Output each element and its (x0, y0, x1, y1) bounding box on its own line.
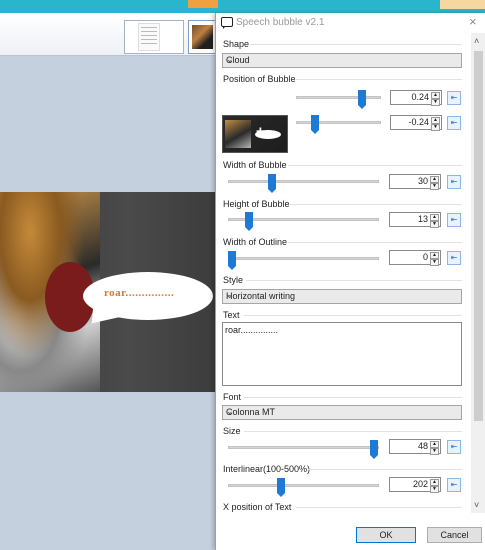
scroll-up-icon[interactable]: ˄ (474, 36, 479, 46)
up-icon[interactable]: ▲ (431, 117, 440, 124)
interlinear-slider-thumb[interactable] (277, 478, 285, 497)
style-select[interactable]: Horizontal writing ⌄ (222, 289, 462, 304)
down-icon[interactable]: ▼ (430, 183, 439, 190)
up-icon[interactable]: ▲ (430, 479, 439, 486)
bubble-position-preview[interactable]: + (222, 115, 288, 153)
chevron-down-icon: ⌄ (226, 406, 234, 416)
width-spinner[interactable]: 30 ▲ ▼ (389, 174, 441, 190)
chevron-down-icon: ⌄ (226, 290, 234, 300)
reset-width-button[interactable]: ⇤ (447, 175, 461, 189)
size-label: Size (223, 426, 241, 436)
chevron-down-icon: ⌄ (226, 54, 234, 64)
shape-select[interactable]: Cloud ⌄ (222, 53, 462, 68)
ok-button[interactable]: OK (356, 527, 416, 543)
size-slider-thumb[interactable] (370, 440, 378, 459)
position-y-spinner[interactable]: -0.24 ▲ ▼ (390, 115, 442, 131)
dialog-titlebar: Speech bubble v2.1 × (216, 13, 485, 33)
width-slider-thumb[interactable] (268, 174, 276, 193)
tab-highlight (188, 0, 218, 8)
height-spinner[interactable]: 13 ▲ ▼ (389, 212, 441, 228)
width-label: Width of Bubble (223, 160, 287, 170)
position-label: Position of Bubble (223, 74, 296, 84)
font-select[interactable]: Colonna MT ⌄ (222, 405, 462, 420)
down-icon[interactable]: ▼ (430, 448, 439, 455)
up-icon[interactable]: ▲ (430, 176, 439, 183)
reset-outline-button[interactable]: ⇤ (447, 251, 461, 265)
width-slider-track[interactable] (228, 180, 379, 183)
page-thumbnail[interactable] (124, 20, 184, 54)
speech-bubble-icon (221, 17, 233, 29)
reset-height-button[interactable]: ⇤ (447, 213, 461, 227)
height-slider-thumb[interactable] (245, 212, 253, 231)
down-icon[interactable]: ▼ (430, 486, 439, 493)
reset-position-x-button[interactable]: ⇤ (447, 91, 461, 105)
down-icon[interactable]: ▼ (431, 124, 440, 131)
size-spinner[interactable]: 48 ▲ ▼ (389, 439, 441, 455)
speech-bubble-dialog: Speech bubble v2.1 × Shape Cloud ⌄ Posit… (215, 13, 485, 550)
text-input[interactable]: roar............... (222, 322, 462, 386)
top-app-strip (0, 0, 485, 13)
cancel-button[interactable]: Cancel (427, 527, 482, 543)
dialog-content: Shape Cloud ⌄ Position of Bubble + 0.24 … (216, 33, 471, 513)
position-y-slider-thumb[interactable] (310, 115, 319, 134)
outline-spinner[interactable]: 0 ▲ ▼ (389, 250, 441, 266)
position-x-slider-thumb[interactable] (358, 90, 367, 109)
font-label: Font (223, 392, 242, 402)
down-icon[interactable]: ▼ (430, 221, 439, 228)
scrollbar-thumb[interactable] (474, 51, 483, 421)
reset-position-y-button[interactable]: ⇤ (447, 116, 461, 130)
size-slider-track[interactable] (228, 446, 379, 449)
interlinear-slider-track[interactable] (228, 484, 379, 487)
outline-label: Width of Outline (223, 237, 288, 247)
shape-label: Shape (223, 39, 250, 49)
close-icon[interactable]: × (469, 14, 477, 29)
crosshair-icon: + (256, 123, 265, 140)
height-label: Height of Bubble (223, 199, 290, 209)
interlinear-spinner[interactable]: 202 ▲ ▼ (389, 477, 441, 493)
speech-bubble-text: roar............... (104, 287, 175, 299)
position-x-spinner[interactable]: 0.24 ▲ ▼ (390, 90, 442, 106)
text-label: Text (223, 310, 240, 320)
position-x-slider-track[interactable] (296, 96, 381, 99)
tab-highlight-right (440, 0, 485, 9)
reset-size-button[interactable]: ⇤ (447, 440, 461, 454)
down-icon[interactable]: ▼ (430, 259, 439, 266)
up-icon[interactable]: ▲ (430, 441, 439, 448)
outline-slider-track[interactable] (228, 257, 379, 260)
style-label: Style (223, 275, 244, 285)
up-icon[interactable]: ▲ (431, 92, 440, 99)
ribbon-toolbar (0, 13, 217, 56)
scroll-down-icon[interactable]: ˅ (474, 500, 479, 510)
dialog-scrollbar[interactable]: ˄ ˅ (471, 33, 485, 513)
dialog-footer: OK Cancel (216, 513, 485, 550)
up-icon[interactable]: ▲ (430, 252, 439, 259)
outline-slider-thumb[interactable] (228, 251, 236, 270)
image-thumbnail[interactable] (188, 20, 217, 54)
up-icon[interactable]: ▲ (430, 214, 439, 221)
dialog-title: Speech bubble v2.1 (236, 17, 325, 28)
reset-interlinear-button[interactable]: ⇤ (447, 478, 461, 492)
xpos-label: X position of Text (223, 502, 292, 512)
position-y-slider-track[interactable] (296, 121, 381, 124)
interlinear-label: Interlinear(100-500%) (223, 464, 311, 474)
down-icon[interactable]: ▼ (431, 99, 440, 106)
